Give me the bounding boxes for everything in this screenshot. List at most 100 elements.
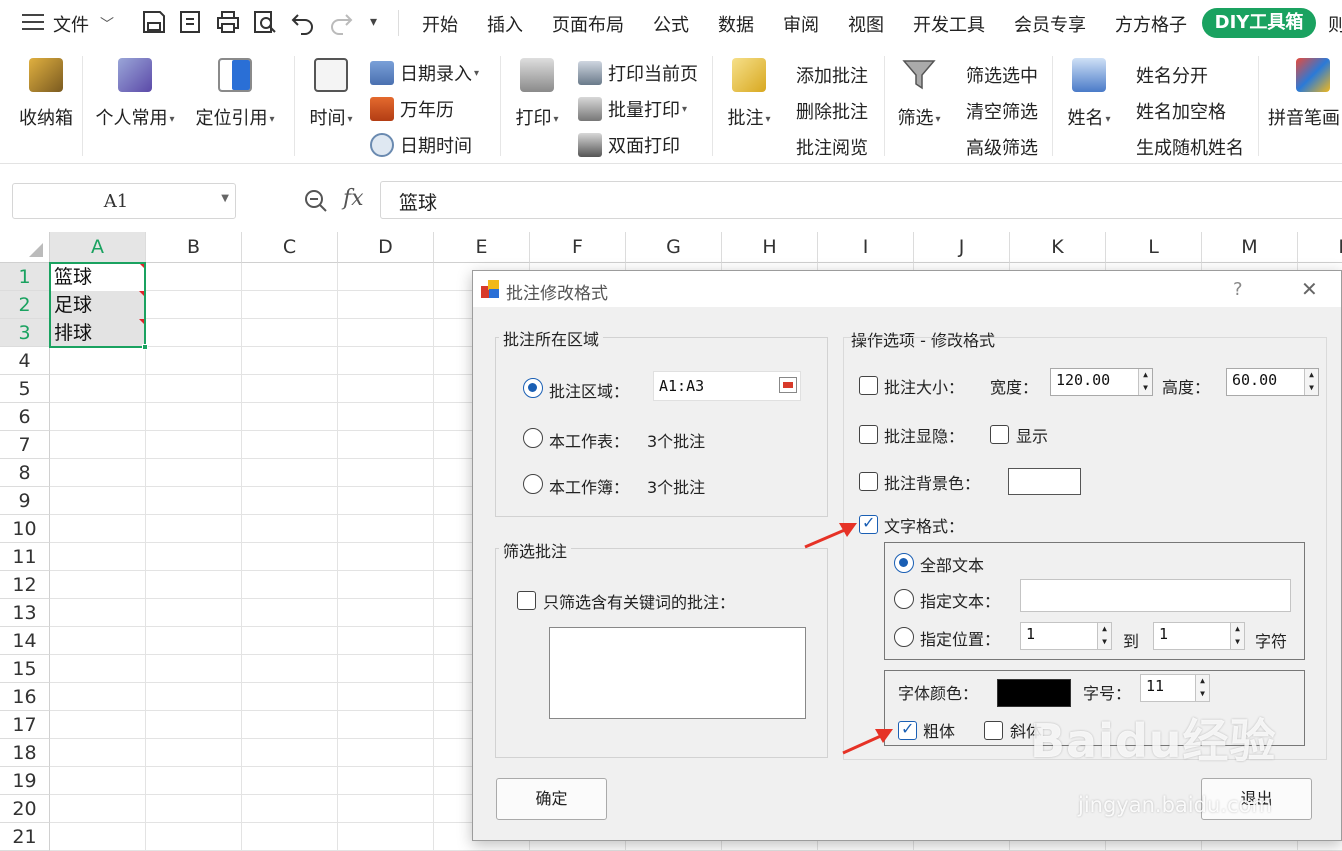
row-header-20[interactable]: 20 [0, 795, 50, 823]
pos-to-input[interactable]: 1 ▲ ▼ [1153, 622, 1245, 650]
range-picker-icon[interactable] [779, 377, 797, 393]
row-header-11[interactable]: 11 [0, 543, 50, 571]
locate-button[interactable]: 定位引用 ▾ [190, 58, 280, 130]
row-header-3[interactable]: 3 [0, 319, 50, 347]
file-menu[interactable]: 文件 [53, 11, 89, 37]
comment-button[interactable]: 批注 ▾ [720, 58, 778, 130]
export-icon[interactable] [178, 9, 204, 35]
quick-access-more-icon[interactable]: ▾ [370, 14, 377, 30]
filter-button[interactable]: 筛选 ▾ [890, 58, 948, 130]
file-menu-chevron-icon[interactable]: ﹀ [100, 14, 114, 34]
show-label[interactable]: 显示 [1016, 423, 1048, 447]
formula-input[interactable]: 篮球 [380, 181, 1342, 219]
row-header-12[interactable]: 12 [0, 571, 50, 599]
column-header-k[interactable]: K [1010, 232, 1106, 263]
area-range-input[interactable]: A1:A3 [653, 371, 801, 401]
column-header-l[interactable]: L [1106, 232, 1202, 263]
keyword-filter-label[interactable]: 只筛选含有关键词的批注： [543, 589, 735, 613]
spec-text-radio[interactable] [894, 589, 914, 609]
column-header-e[interactable]: E [434, 232, 530, 263]
row-header-16[interactable]: 16 [0, 683, 50, 711]
tab-data[interactable]: 数据 [718, 11, 754, 37]
pinyin-button[interactable]: 拼音笔画 [1268, 58, 1342, 130]
personal-button[interactable]: 个人常用 ▾ [90, 58, 180, 130]
duplex-print-button[interactable]: 双面打印 [578, 132, 680, 158]
spec-pos-radio[interactable] [894, 627, 914, 647]
row-header-6[interactable]: 6 [0, 403, 50, 431]
tab-start[interactable]: 开始 [422, 11, 458, 37]
date-entry-button[interactable]: 日期录入 ▾ [370, 60, 479, 86]
tab-view[interactable]: 视图 [848, 11, 884, 37]
undo-icon[interactable] [290, 9, 316, 35]
row-header-19[interactable]: 19 [0, 767, 50, 795]
bg-color-checkbox[interactable] [859, 472, 878, 491]
column-header-i[interactable]: I [818, 232, 914, 263]
size-label[interactable]: 批注大小： [884, 374, 964, 398]
pos-from-input[interactable]: 1 ▲ ▼ [1020, 622, 1112, 650]
name-box[interactable]: A1 ▼ [12, 183, 236, 219]
column-header-h[interactable]: H [722, 232, 818, 263]
pos-to-spinner[interactable]: ▲ ▼ [1230, 623, 1244, 649]
keyword-textarea[interactable] [549, 627, 806, 719]
column-header-g[interactable]: G [626, 232, 722, 263]
visibility-checkbox[interactable] [859, 425, 878, 444]
text-format-label[interactable]: 文字格式： [884, 513, 964, 537]
column-header-m[interactable]: M [1202, 232, 1298, 263]
help-icon[interactable]: ? [1233, 279, 1243, 300]
italic-checkbox[interactable] [984, 721, 1003, 740]
font-size-input[interactable]: 11 ▲ ▼ [1140, 674, 1210, 702]
area-radio-label[interactable]: 批注区域： [549, 378, 629, 402]
bg-color-label[interactable]: 批注背景色： [884, 470, 980, 494]
batch-print-button[interactable]: 批量打印 ▾ [578, 96, 687, 122]
all-text-radio[interactable] [894, 553, 914, 573]
bg-color-swatch[interactable] [1008, 468, 1081, 495]
name-button[interactable]: 姓名 ▾ [1060, 58, 1118, 130]
zoom-icon[interactable] [303, 188, 329, 214]
print-current-button[interactable]: 打印当前页 [578, 60, 698, 86]
dialog-titlebar[interactable]: 批注修改格式 ? ✕ [473, 271, 1341, 307]
column-header-j[interactable]: J [914, 232, 1010, 263]
print-button[interactable]: 打印 ▾ [508, 58, 566, 130]
book-radio[interactable] [523, 474, 543, 494]
spec-text-label[interactable]: 指定文本： [920, 588, 1000, 612]
random-name-button[interactable]: 生成随机姓名 [1136, 134, 1244, 160]
row-header-7[interactable]: 7 [0, 431, 50, 459]
time-button[interactable]: 时间 ▾ [302, 58, 360, 130]
width-spinner[interactable]: ▲ ▼ [1138, 369, 1152, 395]
collect-box-button[interactable]: 收纳箱 [16, 58, 76, 130]
tab-truncated[interactable]: 则 [1328, 11, 1342, 37]
font-color-swatch[interactable] [997, 679, 1071, 707]
advanced-filter-button[interactable]: 高级筛选 [966, 134, 1038, 160]
book-radio-label[interactable]: 本工作簿： [549, 474, 629, 498]
row-header-2[interactable]: 2 [0, 291, 50, 319]
row-header-8[interactable]: 8 [0, 459, 50, 487]
select-all-corner[interactable] [0, 232, 50, 263]
redo-icon[interactable] [328, 9, 354, 35]
sheet-radio-label[interactable]: 本工作表： [549, 428, 629, 452]
column-header-a[interactable]: A [50, 232, 146, 263]
height-spinner[interactable]: ▲ ▼ [1304, 369, 1318, 395]
browse-comment-button[interactable]: 批注阅览 [796, 134, 868, 160]
delete-comment-button[interactable]: 删除批注 [796, 98, 868, 124]
font-size-spinner[interactable]: ▲ ▼ [1195, 675, 1209, 701]
row-header-10[interactable]: 10 [0, 515, 50, 543]
tab-diy-toolbox[interactable]: DIY工具箱 [1202, 8, 1316, 38]
column-header-d[interactable]: D [338, 232, 434, 263]
all-text-label[interactable]: 全部文本 [920, 552, 984, 576]
column-header-c[interactable]: C [242, 232, 338, 263]
column-header-f[interactable]: F [530, 232, 626, 263]
pos-from-spinner[interactable]: ▲ ▼ [1097, 623, 1111, 649]
clear-filter-button[interactable]: 清空筛选 [966, 98, 1038, 124]
row-header-14[interactable]: 14 [0, 627, 50, 655]
row-header-21[interactable]: 21 [0, 823, 50, 851]
spec-text-input[interactable] [1020, 579, 1291, 612]
sheet-radio[interactable] [523, 428, 543, 448]
tab-fangfang[interactable]: 方方格子 [1115, 11, 1187, 37]
close-icon[interactable]: ✕ [1301, 277, 1318, 301]
row-header-4[interactable]: 4 [0, 347, 50, 375]
visibility-label[interactable]: 批注显隐： [884, 423, 964, 447]
width-input[interactable]: 120.00 ▲ ▼ [1050, 368, 1153, 396]
name-box-dropdown-icon[interactable]: ▼ [221, 193, 229, 204]
print-preview-icon[interactable] [252, 9, 278, 35]
show-checkbox[interactable] [990, 425, 1009, 444]
